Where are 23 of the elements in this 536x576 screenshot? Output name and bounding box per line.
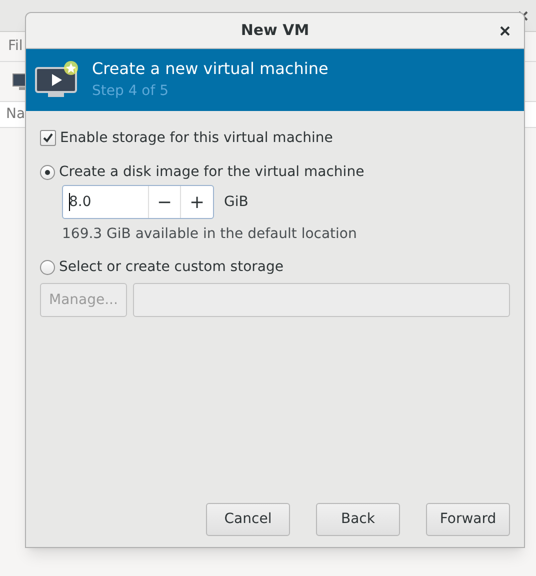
radio-label[interactable]: Select or create custom storage xyxy=(59,256,284,278)
column-header: Na xyxy=(6,105,26,124)
unit-label: GiB xyxy=(224,192,248,212)
dialog-button[interactable]: Back xyxy=(316,503,400,536)
decrement-button[interactable]: − xyxy=(149,186,181,218)
increment-button[interactable]: + xyxy=(181,186,213,218)
radio-label[interactable]: Create a disk image for the virtual machine xyxy=(59,162,364,182)
checkbox-label[interactable]: Enable storage for this virtual machine xyxy=(60,128,333,148)
disk-size-input[interactable]: 8.0 xyxy=(63,186,149,218)
step-label: Step 4 of 5 xyxy=(92,82,170,101)
monitor-star-icon xyxy=(34,60,80,100)
menu-item[interactable]: Fil xyxy=(8,36,23,57)
window-title: New VM xyxy=(240,20,310,42)
checkbox[interactable] xyxy=(40,130,56,146)
radio-button[interactable] xyxy=(40,260,55,274)
banner-title: Create a new virtual machine xyxy=(92,58,328,80)
dialog-button[interactable]: Cancel xyxy=(206,503,290,536)
storage-path-field[interactable] xyxy=(132,283,510,317)
radio-button[interactable] xyxy=(40,164,55,180)
close-icon[interactable] xyxy=(500,26,510,36)
available-space-text: 169.3 GiB available in the default location xyxy=(62,225,358,244)
disk-size-spinner[interactable]: 8.0 − + xyxy=(62,185,214,219)
dialog-button[interactable]: Forward xyxy=(426,503,510,536)
